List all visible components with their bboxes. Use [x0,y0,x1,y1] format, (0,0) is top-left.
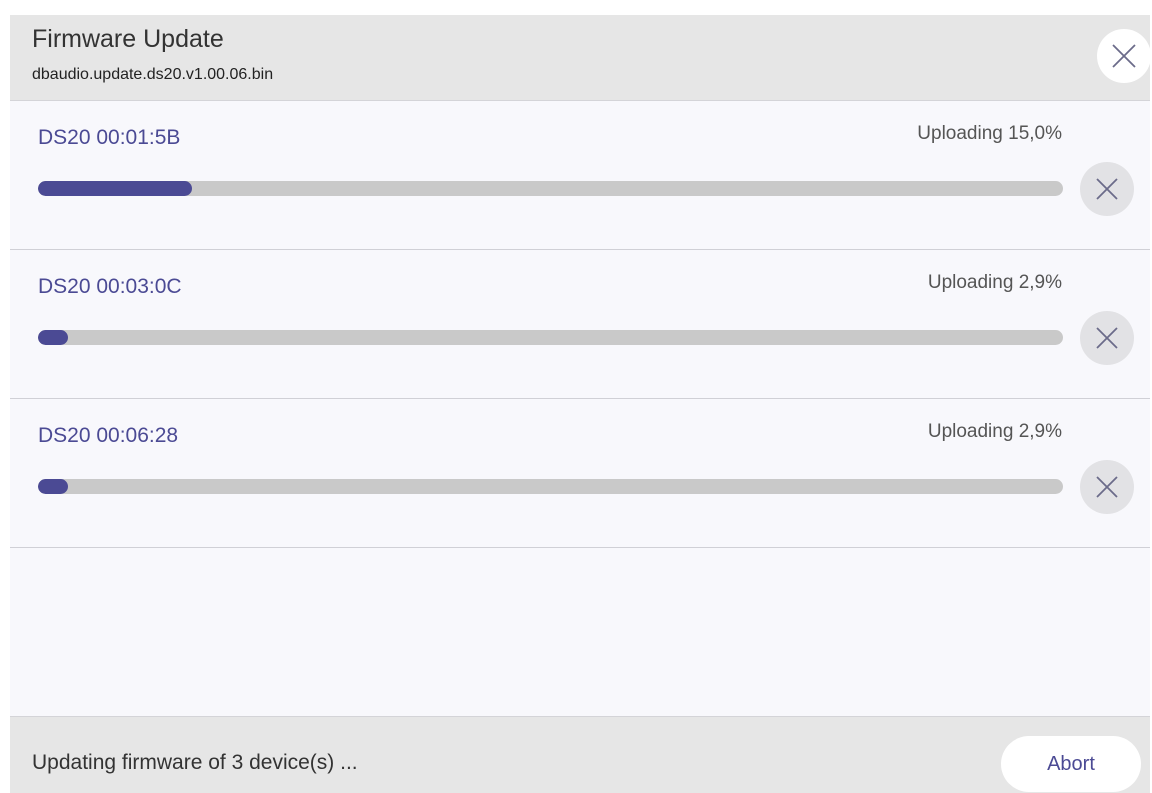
close-icon [1112,44,1136,68]
overall-status-text: Updating firmware of 3 device(s) ... [32,751,358,774]
upload-progress-bar [38,479,1063,494]
upload-progress-bar [38,330,1063,345]
firmware-file-name: dbaudio.update.ds20.v1.00.06.bin [32,66,274,83]
close-icon [1096,178,1118,200]
close-icon [1096,476,1118,498]
dialog-header: Firmware Update dbaudio.update.ds20.v1.0… [10,15,1151,101]
upload-progress-fill [38,479,68,494]
device-row: DS20 00:01:5B Uploading 15,0% [10,101,1150,250]
cancel-device-update-button[interactable] [1080,162,1134,216]
device-row: DS20 00:03:0C Uploading 2,9% [10,250,1150,399]
device-name: DS20 00:06:28 [38,424,179,447]
dialog-title: Firmware Update [32,25,224,53]
device-upload-status: Uploading 2,9% [927,421,1062,442]
device-name: DS20 00:01:5B [38,126,181,149]
device-row: DS20 00:06:28 Uploading 2,9% [10,399,1150,548]
device-upload-status: Uploading 15,0% [917,123,1062,144]
upload-progress-bar [38,181,1063,196]
upload-progress-fill [38,330,68,345]
cancel-device-update-button[interactable] [1080,460,1134,514]
abort-button[interactable]: Abort [1001,736,1141,792]
close-icon [1096,327,1118,349]
cancel-device-update-button[interactable] [1080,311,1134,365]
dialog-footer: Updating firmware of 3 device(s) ... Abo… [10,716,1150,793]
close-dialog-button[interactable] [1097,29,1151,83]
firmware-update-dialog: Firmware Update dbaudio.update.ds20.v1.0… [10,15,1151,793]
upload-progress-fill [38,181,192,196]
device-name: DS20 00:03:0C [38,275,182,298]
device-upload-status: Uploading 2,9% [927,272,1062,293]
